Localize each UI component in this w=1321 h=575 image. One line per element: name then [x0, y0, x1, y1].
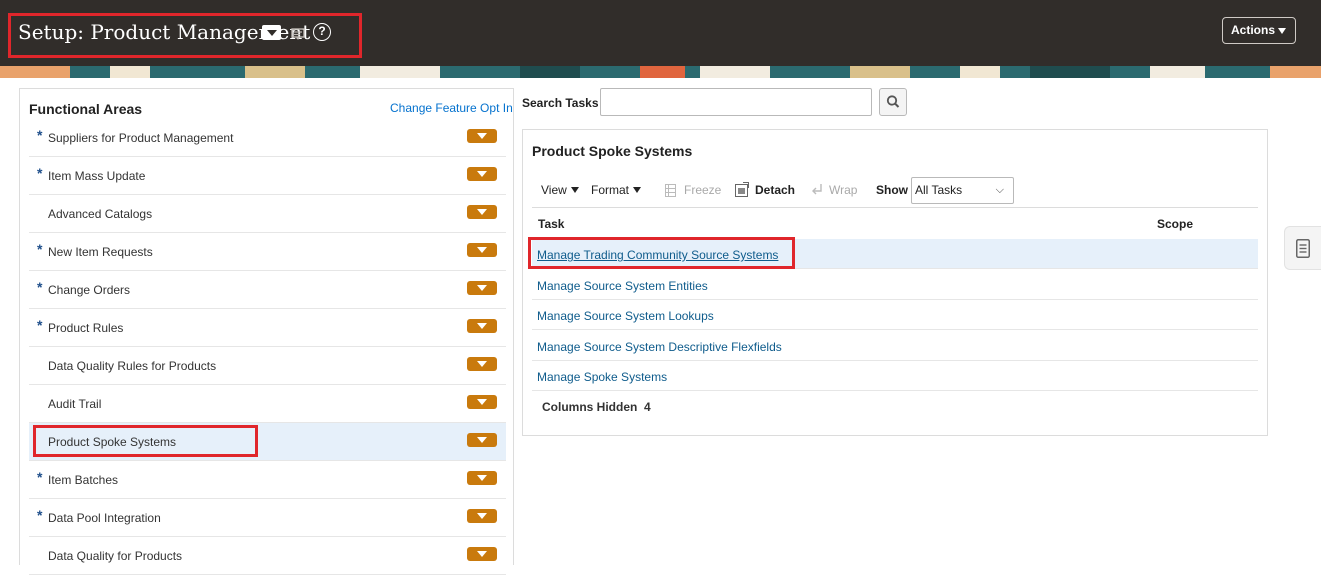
decorative-banner	[0, 66, 1321, 78]
columns-hidden-label: Columns Hidden	[542, 400, 638, 414]
detach-icon	[735, 182, 749, 197]
task-link[interactable]: Manage Spoke Systems	[537, 370, 667, 384]
area-dropdown-icon[interactable]	[467, 509, 497, 523]
functional-area-item[interactable]: * New Item Requests	[29, 233, 506, 271]
table-row[interactable]: Manage Spoke Systems	[532, 361, 1258, 391]
required-asterisk-icon: *	[37, 279, 43, 295]
task-link[interactable]: Manage Source System Descriptive Flexfie…	[537, 340, 782, 354]
functional-area-label: Suppliers for Product Management	[48, 131, 234, 145]
columns-hidden-count: 4	[644, 400, 651, 414]
caret-down-icon	[570, 187, 579, 193]
required-asterisk-icon: *	[37, 127, 43, 143]
table-header-row	[532, 207, 1258, 239]
table-row[interactable]: Manage Source System Descriptive Flexfie…	[532, 331, 1258, 361]
functional-area-label: Item Batches	[48, 473, 119, 487]
task-link[interactable]: Manage Source System Lookups	[537, 309, 714, 323]
columns-hidden-indicator: Columns Hidden 4	[542, 400, 651, 414]
functional-area-item[interactable]: * Change Orders	[29, 271, 506, 309]
functional-area-item[interactable]: * Product Rules	[29, 309, 506, 347]
required-asterisk-icon: *	[37, 165, 43, 181]
area-dropdown-icon[interactable]	[467, 547, 497, 561]
table-row[interactable]: Manage Source System Entities	[532, 270, 1258, 300]
freeze-icon	[665, 184, 676, 197]
selected-area-highlight-box	[33, 425, 258, 457]
column-header-scope[interactable]: Scope	[1157, 217, 1193, 231]
show-select-value: All Tasks	[915, 183, 963, 197]
view-menu[interactable]: View	[541, 183, 579, 197]
functional-area-label: Audit Trail	[48, 397, 102, 411]
functional-area-label: Data Quality Rules for Products	[48, 359, 217, 373]
functional-area-label: Change Orders	[48, 283, 131, 297]
functional-area-item[interactable]: Audit Trail	[29, 385, 506, 423]
selected-task-highlight-box	[528, 237, 795, 269]
functional-area-label: Data Quality for Products	[48, 549, 183, 563]
area-dropdown-icon[interactable]	[467, 205, 497, 219]
area-dropdown-icon[interactable]	[467, 243, 497, 257]
functional-area-item[interactable]: * Item Mass Update	[29, 157, 506, 195]
search-button[interactable]	[879, 88, 907, 116]
table-row[interactable]: Manage Source System Lookups	[532, 300, 1258, 330]
task-link[interactable]: Manage Source System Entities	[537, 279, 708, 293]
change-feature-opt-in-link[interactable]: Change Feature Opt In	[390, 101, 513, 115]
format-menu[interactable]: Format	[591, 183, 642, 197]
caret-down-icon	[633, 187, 642, 193]
required-asterisk-icon: *	[37, 317, 43, 333]
functional-area-label: Item Mass Update	[48, 169, 146, 183]
functional-areas-title: Functional Areas	[29, 101, 143, 117]
functional-area-label: Advanced Catalogs	[48, 207, 153, 221]
document-list-icon	[1296, 239, 1310, 258]
format-menu-label: Format	[591, 183, 630, 197]
title-highlight-box	[8, 13, 362, 58]
functional-area-item[interactable]: * Data Pool Integration	[29, 499, 506, 537]
freeze-button[interactable]: Freeze	[684, 183, 721, 197]
search-tasks-label: Search Tasks	[522, 96, 599, 110]
area-dropdown-icon[interactable]	[467, 167, 497, 181]
wrap-button[interactable]: Wrap	[829, 183, 857, 197]
required-asterisk-icon: *	[37, 241, 43, 257]
detach-button[interactable]: Detach	[755, 183, 795, 197]
functional-area-item[interactable]: * Item Batches	[29, 461, 506, 499]
wrap-icon	[812, 184, 822, 195]
functional-area-item[interactable]: Data Quality Rules for Products	[29, 347, 506, 385]
search-tasks-input[interactable]	[600, 88, 872, 116]
area-dropdown-icon[interactable]	[467, 471, 497, 485]
area-dropdown-icon[interactable]	[467, 319, 497, 333]
functional-area-item[interactable]: Data Quality for Products	[29, 537, 506, 575]
required-asterisk-icon: *	[37, 507, 43, 523]
column-header-task[interactable]: Task	[538, 217, 564, 231]
functional-area-item[interactable]: * Suppliers for Product Management	[29, 119, 506, 157]
actions-menu-label: Actions	[1231, 23, 1276, 37]
functional-area-label: Product Rules	[48, 321, 124, 335]
functional-area-item[interactable]: Advanced Catalogs	[29, 195, 506, 233]
chevron-down-icon: ⌵	[995, 184, 1004, 196]
tasks-panel-title: Product Spoke Systems	[532, 143, 693, 159]
area-dropdown-icon[interactable]	[467, 357, 497, 371]
area-dropdown-icon[interactable]	[467, 129, 497, 143]
magnifier-icon	[886, 95, 900, 108]
show-select[interactable]: All Tasks ⌵	[911, 177, 1014, 204]
caret-down-icon	[1278, 28, 1286, 34]
area-dropdown-icon[interactable]	[467, 433, 497, 447]
show-label: Show	[876, 183, 908, 197]
view-menu-label: View	[541, 183, 567, 197]
area-dropdown-icon[interactable]	[467, 281, 497, 295]
required-asterisk-icon: *	[37, 469, 43, 485]
side-panel-toggle[interactable]	[1284, 226, 1321, 270]
functional-area-label: New Item Requests	[48, 245, 153, 259]
area-dropdown-icon[interactable]	[467, 395, 497, 409]
actions-menu-button[interactable]: Actions	[1222, 17, 1296, 44]
functional-area-label: Data Pool Integration	[48, 511, 161, 525]
